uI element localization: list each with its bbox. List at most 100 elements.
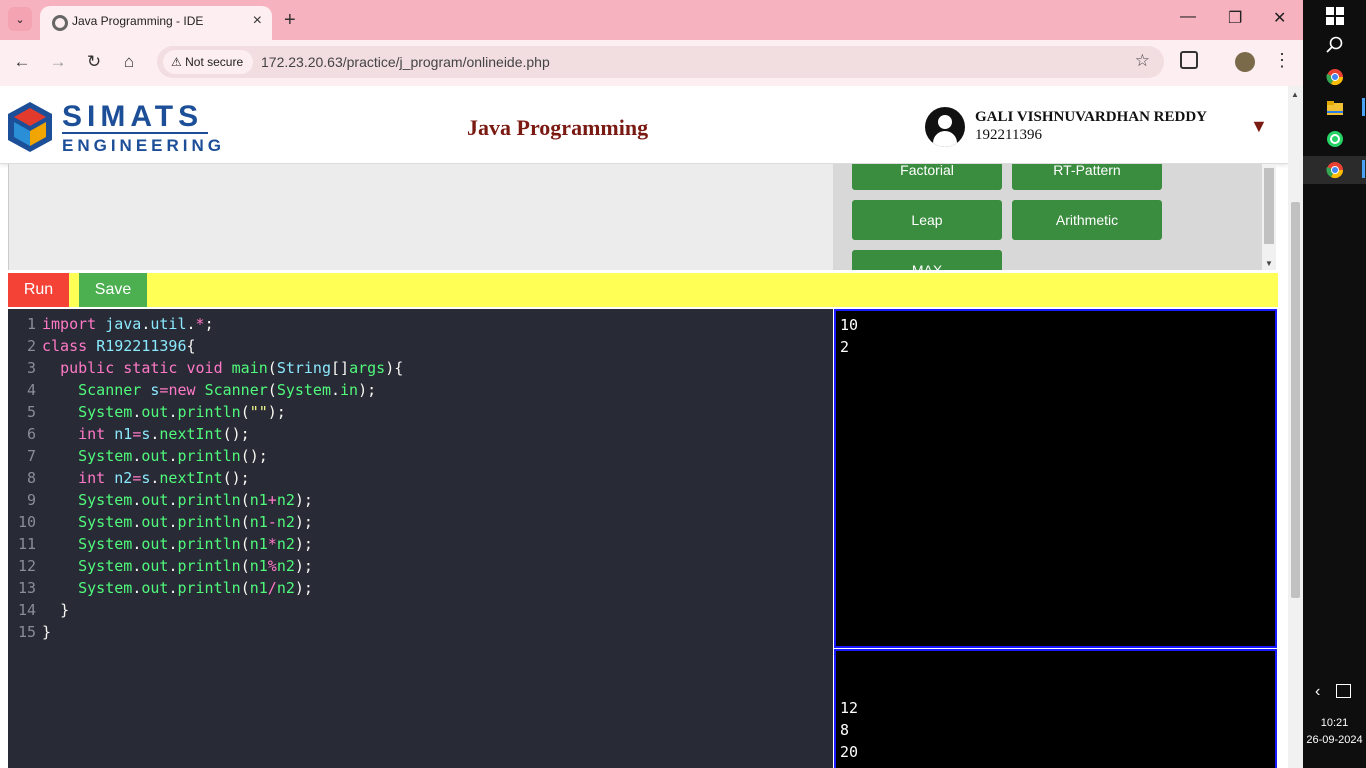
code-line[interactable]: 3 public static void main(String[]args){	[8, 357, 833, 379]
page: SIMATS ENGINEERING Java Programming GALI…	[0, 86, 1288, 768]
chrome-active-icon[interactable]	[1326, 161, 1344, 179]
logo-line1: SIMATS	[62, 100, 204, 133]
line-number: 15	[17, 623, 36, 641]
code-text: int n2=s.nextInt();	[78, 469, 250, 487]
code-line[interactable]: 2 class R192211396{	[8, 335, 833, 357]
code-line[interactable]: 7 System.out.println();	[8, 445, 833, 467]
line-number: 5	[26, 403, 36, 421]
bookmark-star-icon[interactable]: ☆	[1135, 51, 1150, 71]
code-line[interactable]: 13 System.out.println(n1/n2);	[8, 577, 833, 599]
terminal-line: 10	[840, 316, 859, 334]
warning-icon: ⚠	[171, 55, 182, 69]
program-button-rt-pattern[interactable]: RT-Pattern	[1012, 164, 1162, 190]
whatsapp-icon[interactable]	[1326, 130, 1344, 148]
windows-start-icon[interactable]	[1326, 7, 1344, 25]
code-text: class R192211396{	[42, 337, 196, 355]
chevron-left-icon[interactable]: ‹	[1315, 683, 1320, 701]
not-secure-chip[interactable]: ⚠ Not secure	[163, 50, 253, 74]
tab-search-button[interactable]: ⌄	[8, 7, 32, 31]
clock-time[interactable]: 10:21	[1303, 717, 1366, 729]
logo-line2: ENGINEERING	[62, 136, 226, 155]
url-text[interactable]: 172.23.20.63/practice/j_program/onlineid…	[261, 54, 550, 70]
terminal-line: 20	[840, 743, 859, 761]
user-avatar-icon	[925, 107, 965, 147]
program-button-factorial[interactable]: Factorial	[852, 164, 1002, 190]
code-line[interactable]: 1 import java.util.*;	[8, 313, 833, 335]
line-number: 7	[26, 447, 36, 465]
line-number: 6	[26, 425, 36, 443]
active-tab[interactable]: Java Programming - IDE ×	[40, 6, 272, 40]
simats-logo-icon	[8, 102, 52, 152]
user-name: GALI VISHNUVARDHAN REDDY	[975, 109, 1207, 125]
code-text: System.out.println(n1*n2);	[78, 535, 313, 553]
code-line[interactable]: 10 System.out.println(n1-n2);	[8, 511, 833, 533]
program-button-arithmetic[interactable]: Arithmetic	[1012, 200, 1162, 240]
new-tab-button[interactable]: +	[284, 9, 296, 32]
profile-avatar[interactable]	[1235, 52, 1255, 72]
tab-bar: ⌄ Java Programming - IDE × + — ❐ ✕	[0, 0, 1303, 40]
code-editor[interactable]: 1 import java.util.*; 2 class R192211396{3 …	[8, 309, 833, 768]
close-tab-icon[interactable]: ×	[253, 12, 262, 30]
program-button-leap[interactable]: Leap	[852, 200, 1002, 240]
windows-taskbar: ‹ 10:21 26-09-2024	[1303, 0, 1366, 768]
code-line[interactable]: 8 int n2=s.nextInt();	[8, 467, 833, 489]
code-line[interactable]: 12 System.out.println(n1%n2);	[8, 555, 833, 577]
minimize-button[interactable]: —	[1180, 8, 1196, 26]
page-scrollbar[interactable]: ▲	[1288, 86, 1303, 768]
program-list-scrollbar[interactable]: ▼	[1262, 164, 1276, 270]
globe-icon	[52, 15, 68, 31]
code-text: System.out.println(n1/n2);	[78, 579, 313, 597]
logo-rule	[62, 132, 208, 134]
home-button[interactable]: ⌂	[117, 50, 141, 74]
terminal-line: 12	[840, 699, 859, 717]
program-button-max[interactable]: MAX	[852, 250, 1002, 270]
line-number: 1	[26, 315, 36, 333]
code-text: System.out.println("");	[78, 403, 286, 421]
taskbar-indicator	[1362, 98, 1365, 116]
code-line[interactable]: 11 System.out.println(n1*n2);	[8, 533, 833, 555]
reload-button[interactable]: ↻	[82, 50, 106, 74]
notifications-icon[interactable]	[1336, 684, 1351, 698]
search-icon[interactable]	[1326, 36, 1344, 54]
code-text: int n1=s.nextInt();	[78, 425, 250, 443]
code-line[interactable]: 15}	[8, 621, 833, 643]
program-output-area: 12 8 20	[834, 649, 1277, 768]
extensions-icon[interactable]	[1180, 51, 1198, 69]
run-button[interactable]: Run	[8, 273, 69, 307]
code-text: System.out.println(n1-n2);	[78, 513, 313, 531]
code-text: public static void main(String[]args){	[60, 359, 404, 377]
restore-button[interactable]: ❐	[1228, 8, 1242, 28]
line-number: 8	[26, 469, 36, 487]
code-line[interactable]: 14 }	[8, 599, 833, 621]
code-line[interactable]: 4 Scanner s=new Scanner(System.in);	[8, 379, 833, 401]
address-bar[interactable]: ⚠ Not secure 172.23.20.63/practice/j_pro…	[157, 46, 1164, 78]
line-number: 9	[26, 491, 36, 509]
back-button[interactable]: ←	[10, 50, 34, 74]
not-secure-label: Not secure	[185, 55, 244, 69]
browser-menu-icon[interactable]: ⋮	[1273, 50, 1291, 71]
user-menu-caret-icon[interactable]: ▼	[1250, 116, 1268, 137]
terminal-line: 8	[840, 721, 850, 739]
code-line[interactable]: 6 int n1=s.nextInt();	[8, 423, 833, 445]
code-text: System.out.println(n1+n2);	[78, 491, 313, 509]
close-window-button[interactable]: ✕	[1273, 8, 1286, 28]
chrome-icon[interactable]	[1326, 68, 1344, 86]
stdin-input-area[interactable]: 10 2	[834, 309, 1277, 648]
tab-title: Java Programming - IDE	[72, 14, 204, 28]
user-id: 192211396	[975, 127, 1042, 143]
terminal-line: 2	[840, 338, 850, 356]
forward-button[interactable]: →	[46, 50, 70, 74]
code-line[interactable]: 9 System.out.println(n1+n2);	[8, 489, 833, 511]
line-number: 12	[17, 557, 36, 575]
clock-date[interactable]: 26-09-2024	[1303, 734, 1366, 746]
page-title: Java Programming	[467, 115, 649, 140]
code-line[interactable]: 5 System.out.println("");	[8, 401, 833, 423]
browser-toolbar: ← → ↻ ⌂ ⚠ Not secure 172.23.20.63/practi…	[0, 40, 1303, 86]
save-button[interactable]: Save	[79, 273, 147, 307]
code-text: System.out.println(n1%n2);	[78, 557, 313, 575]
browser-chrome: ⌄ Java Programming - IDE × + — ❐ ✕ ← → ↻…	[0, 0, 1303, 86]
code-text: import java.util.*;	[42, 315, 214, 333]
file-explorer-icon[interactable]	[1326, 99, 1344, 117]
line-number: 11	[17, 535, 36, 553]
code-text: System.out.println();	[78, 447, 268, 465]
